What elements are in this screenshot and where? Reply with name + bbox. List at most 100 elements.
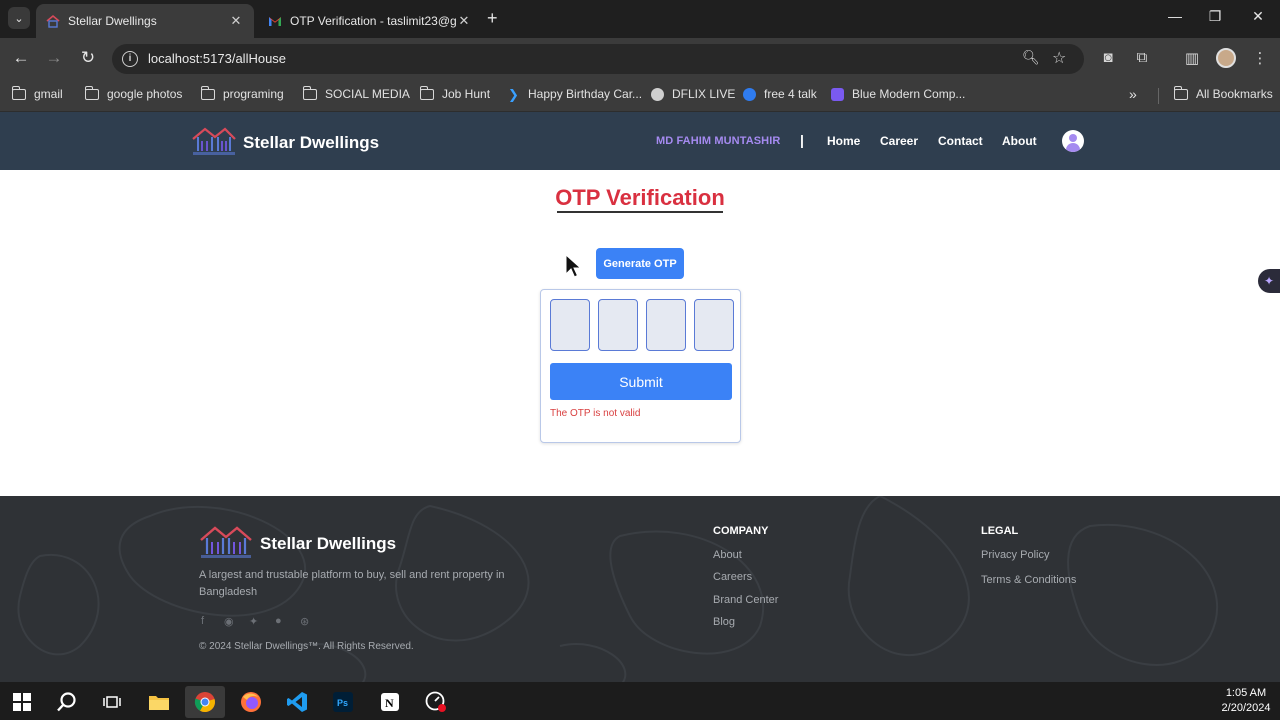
notion-icon[interactable]: N xyxy=(370,686,410,718)
task-view-icon[interactable] xyxy=(92,686,132,718)
clock-date: 2/20/2024 xyxy=(1221,702,1271,714)
side-panel-icon[interactable]: ▥ xyxy=(1181,49,1203,67)
discord-icon[interactable]: ◉ xyxy=(224,615,234,628)
profile-avatar[interactable] xyxy=(1216,48,1236,68)
search-icon[interactable] xyxy=(47,686,87,718)
windows-start-icon[interactable] xyxy=(2,686,42,718)
tab-close-icon[interactable]: ✕ xyxy=(228,13,244,29)
reload-icon[interactable]: ↻ xyxy=(76,48,100,68)
bookmark-label: gmail xyxy=(34,87,63,101)
bookmark-programing[interactable]: programing xyxy=(200,85,284,101)
house-logo-icon xyxy=(200,526,252,558)
restore-icon[interactable]: ❐ xyxy=(1200,8,1230,25)
otp-digit-input-1[interactable] xyxy=(550,299,590,351)
bookmark-label: SOCIAL MEDIA xyxy=(325,87,410,101)
footer-link-brand-center[interactable]: Brand Center xyxy=(713,594,778,606)
all-bookmarks[interactable]: All Bookmarks xyxy=(1173,85,1273,101)
system-clock[interactable]: 1:05 AM 2/20/2024 xyxy=(1216,686,1276,716)
screen-recorder-icon[interactable] xyxy=(416,686,456,718)
nav-separator: | xyxy=(800,132,804,148)
circle-site-icon xyxy=(743,87,756,101)
sparkle-assistant-icon[interactable]: ✦ xyxy=(1258,269,1280,293)
browser-menu-icon[interactable]: ⋮ xyxy=(1249,49,1271,67)
chrome-icon[interactable] xyxy=(185,686,225,718)
clock-time: 1:05 AM xyxy=(1225,687,1267,699)
tab-otp-verification[interactable]: OTP Verification - taslimit23@g ✕ xyxy=(258,4,482,38)
bookmark-separator xyxy=(1158,88,1159,104)
footer-link-careers[interactable]: Careers xyxy=(713,571,752,583)
minimize-icon[interactable]: — xyxy=(1160,8,1190,24)
globe-icon xyxy=(651,87,664,101)
zoom-magnifier-icon[interactable]: 🔍︎ xyxy=(1022,49,1040,66)
house-logo-icon[interactable] xyxy=(191,125,237,157)
generate-otp-button[interactable]: Generate OTP xyxy=(596,248,684,279)
dribbble-icon[interactable]: ⊛ xyxy=(300,615,309,628)
site-footer: Stellar Dwellings A largest and trustabl… xyxy=(0,496,1280,682)
window-close-icon[interactable]: ✕ xyxy=(1243,8,1273,25)
facebook-icon[interactable]: f xyxy=(201,615,204,627)
footer-description: A largest and trustable platform to buy,… xyxy=(199,569,505,598)
folder-icon xyxy=(84,85,99,100)
bookmark-dflix-live[interactable]: DFLIX LIVE xyxy=(651,87,735,101)
main-content: OTP Verification Generate OTP Submit The… xyxy=(0,170,1280,496)
footer-brand-name[interactable]: Stellar Dwellings xyxy=(260,534,396,554)
bookmark-happy-birthday[interactable]: ❯ Happy Birthday Car... xyxy=(507,87,642,101)
twitter-icon[interactable]: ✦ xyxy=(249,615,258,628)
page-title: OTP Verification xyxy=(555,185,725,210)
nav-career[interactable]: Career xyxy=(880,134,918,148)
topography-pattern xyxy=(17,496,1218,682)
otp-form: Submit The OTP is not valid xyxy=(540,289,741,443)
footer-link-terms[interactable]: Terms & Conditions xyxy=(981,574,1076,586)
browser-tabstrip: ⌄ Stellar Dwellings ✕ OTP Verification -… xyxy=(0,0,1280,38)
back-arrow-icon[interactable]: ← xyxy=(9,48,33,68)
bookmark-google-photos[interactable]: google photos xyxy=(84,85,182,101)
brand-name[interactable]: Stellar Dwellings xyxy=(243,133,379,153)
github-icon[interactable]: ● xyxy=(275,615,282,627)
user-avatar-icon[interactable] xyxy=(1062,130,1084,152)
windows-taskbar: Ps N 1:05 AM 2/20/2024 xyxy=(0,682,1280,720)
otp-error-message: The OTP is not valid xyxy=(550,408,641,419)
footer-link-about[interactable]: About xyxy=(713,549,742,561)
bookmark-label: free 4 talk xyxy=(764,87,817,101)
otp-digit-input-2[interactable] xyxy=(598,299,638,351)
browser-toolbar: ← → ↻ i localhost:5173/allHouse 🔍︎ ☆ ◙ ⧉… xyxy=(0,38,1280,80)
tab-title: OTP Verification - taslimit23@g xyxy=(290,14,456,28)
mouse-cursor-icon xyxy=(565,254,582,278)
bookmark-star-icon[interactable]: ☆ xyxy=(1052,48,1066,68)
footer-link-privacy-policy[interactable]: Privacy Policy xyxy=(981,549,1049,561)
bookmark-social-media[interactable]: SOCIAL MEDIA xyxy=(302,85,410,101)
tab-close-icon[interactable]: ✕ xyxy=(456,13,472,29)
address-bar[interactable]: i localhost:5173/allHouse 🔍︎ ☆ xyxy=(112,44,1084,74)
svg-text:N: N xyxy=(385,696,394,710)
firefox-icon[interactable] xyxy=(231,686,271,718)
bookmark-label: Happy Birthday Car... xyxy=(528,87,643,101)
title-underline xyxy=(557,211,723,213)
arrow-site-icon: ❯ xyxy=(508,86,519,102)
footer-legal-heading: LEGAL xyxy=(981,525,1019,537)
bookmark-free-4-talk[interactable]: free 4 talk xyxy=(743,87,817,101)
tab-stellar-dwellings[interactable]: Stellar Dwellings ✕ xyxy=(36,4,254,38)
site-info-icon[interactable]: i xyxy=(122,51,138,67)
nav-contact[interactable]: Contact xyxy=(938,134,983,148)
nav-about[interactable]: About xyxy=(1002,134,1037,148)
extensions-puzzle-icon[interactable]: ⧉ xyxy=(1131,49,1153,66)
otp-digit-input-3[interactable] xyxy=(646,299,686,351)
bookmark-label: Job Hunt xyxy=(442,87,491,101)
bookmarks-bar: gmail google photos programing SOCIAL ME… xyxy=(0,80,1280,112)
footer-link-blog[interactable]: Blog xyxy=(713,616,735,628)
bookmark-job-hunt[interactable]: Job Hunt xyxy=(419,85,491,101)
otp-digit-input-4[interactable] xyxy=(694,299,734,351)
bookmark-blue-modern[interactable]: Blue Modern Comp... xyxy=(831,87,965,101)
file-explorer-icon[interactable] xyxy=(139,686,179,718)
gmail-icon xyxy=(269,17,281,26)
vscode-icon[interactable] xyxy=(277,686,317,718)
forward-arrow-icon[interactable]: → xyxy=(42,48,66,68)
nav-home[interactable]: Home xyxy=(827,134,860,148)
bookmark-gmail[interactable]: gmail xyxy=(11,85,63,101)
tab-search-chevron-icon[interactable]: ⌄ xyxy=(8,7,30,29)
screenshot-camera-icon[interactable]: ◙ xyxy=(1097,49,1119,66)
photoshop-icon[interactable]: Ps xyxy=(323,686,363,718)
submit-button[interactable]: Submit xyxy=(550,363,732,400)
new-tab-plus-icon[interactable]: + xyxy=(487,8,498,28)
more-bookmarks-chevron-icon[interactable]: » xyxy=(1129,86,1137,102)
